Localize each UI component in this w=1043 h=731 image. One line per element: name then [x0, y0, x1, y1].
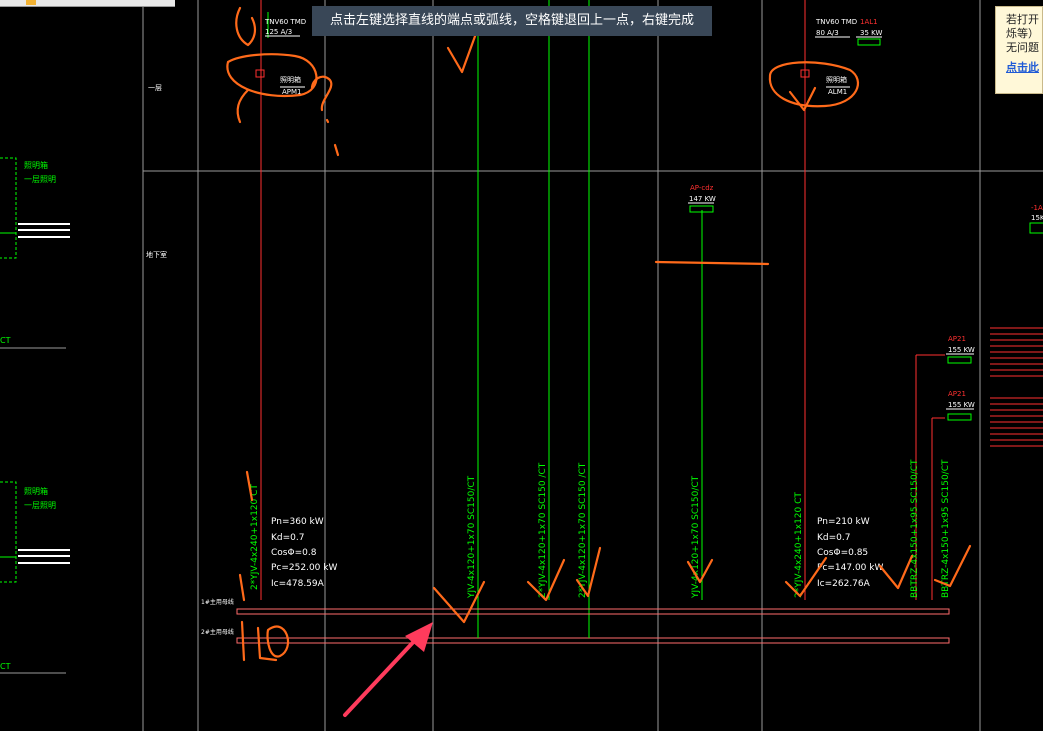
panel-power: 35 KW: [860, 29, 882, 37]
panel-id: 1AL1: [860, 18, 878, 26]
breaker-label: TNV60 TMD: [264, 18, 306, 26]
breaker-rating: 80 A/3: [816, 29, 839, 37]
left-panel-sub: 一层照明: [24, 175, 56, 184]
calc-pc: Pc=147.00 kW: [817, 563, 883, 573]
folder-icon: [26, 0, 36, 5]
cable-label: 2*YJV-4x120+1x70 SC150 /CT: [538, 462, 548, 598]
calc-ic: Ic=478.59A: [271, 579, 325, 589]
left-panel-sub: 一层照明: [24, 501, 56, 510]
left-panel-title: 照明箱: [24, 160, 48, 170]
cad-drawing-canvas[interactable]: 一层 地下室 照明箱 一层照明 CT 照明箱 一层照明 CT TNV60 TMD…: [0, 0, 1043, 731]
calc-cos: CosΦ=0.8: [271, 548, 317, 558]
box-label: 照明箱: [280, 75, 301, 84]
ap-cdz-id: AP-cdz: [690, 184, 714, 192]
floor-label-first: 一层: [148, 84, 162, 92]
ap-cdz-power: 147 KW: [689, 195, 716, 203]
breaker-rating: 125 A/3: [265, 28, 292, 36]
calc-pc: Pc=252.00 kW: [271, 563, 337, 573]
box-label: 照明箱: [826, 75, 847, 84]
calc-block-right: Pn=210 kW Kd=0.7 CosΦ=0.85 Pc=147.00 kW …: [817, 517, 883, 589]
box-id: ALM1: [828, 88, 847, 96]
breaker-block-right: TNV60 TMD 80 A/3 1AL1 35 KW 照明箱 ALM1: [800, 18, 882, 96]
ap-cdz-block: AP-cdz 147 KW: [688, 184, 716, 213]
notice-line: 烁等）: [1006, 27, 1039, 40]
cable-label: 2*YJV-4x120+1x70 SC150 /CT: [578, 462, 588, 598]
notice-panel: 若打开 烁等） 无问题 点击此: [995, 6, 1043, 94]
cable-label: BBTRZ-4x150+1x95 SC150/CT: [941, 459, 951, 598]
ap21-power: 155 KW: [948, 401, 975, 409]
notice-line: 若打开: [1006, 13, 1039, 26]
bus-label: 1#主用母线: [201, 598, 234, 606]
bus-label: 2#主用母线: [201, 628, 234, 636]
edge-power: 15K: [1031, 214, 1043, 222]
calc-pn: Pn=210 kW: [817, 517, 870, 527]
calc-kd: Kd=0.7: [817, 533, 850, 543]
busbars: 1#主用母线 2#主用母线: [201, 598, 950, 644]
left-panel-1: 照明箱 一层照明 CT: [0, 157, 70, 345]
drawing-frame: [0, 0, 1043, 731]
ap21-power: 155 KW: [948, 346, 975, 354]
left-panel-ct: CT: [0, 336, 11, 345]
cable-labels: 2*YJV-4x240+1x120 CT YJV-4x120+1x70 SC15…: [250, 459, 951, 599]
edge-id: -1A: [1031, 204, 1043, 212]
cable-label: 2*YJV-4x240+1x120 CT: [794, 492, 804, 598]
calc-kd: Kd=0.7: [271, 533, 304, 543]
calc-ic: Ic=262.76A: [817, 579, 871, 589]
left-panel-ct: CT: [0, 662, 11, 671]
notice-link[interactable]: 点击此: [1006, 61, 1042, 75]
ap21-block-2: AP21 155 KW: [946, 390, 975, 421]
floor-label-basement: 地下室: [146, 250, 167, 259]
edge-block-right: -1A 15K: [1029, 204, 1043, 234]
calc-pn: Pn=360 kW: [271, 517, 324, 527]
window-top-strip[interactable]: [0, 0, 175, 7]
calc-block-left: Pn=360 kW Kd=0.7 CosΦ=0.8 Pc=252.00 kW I…: [271, 517, 337, 589]
left-panel-2: 照明箱 一层照明 CT: [0, 481, 70, 671]
notice-line: 无问题: [1006, 41, 1039, 54]
left-panel-title: 照明箱: [24, 486, 48, 496]
cable-label: YJV-4x120+1x70 SC150/CT: [467, 475, 477, 599]
calc-cos: CosΦ=0.85: [817, 548, 868, 558]
right-hatch: [990, 327, 1043, 447]
ap21-id: AP21: [948, 390, 966, 398]
pointer-arrow: [343, 622, 433, 717]
ap21-id: AP21: [948, 335, 966, 343]
cable-label: BBTRZ-4x150+1x95 SC150/CT: [910, 459, 920, 598]
command-tooltip: 点击左键选择直线的端点或弧线，空格键退回上一点，右键完成: [312, 6, 712, 36]
breaker-label: TNV60 TMD: [815, 18, 857, 26]
ap21-block-1: AP21 155 KW: [946, 335, 975, 364]
